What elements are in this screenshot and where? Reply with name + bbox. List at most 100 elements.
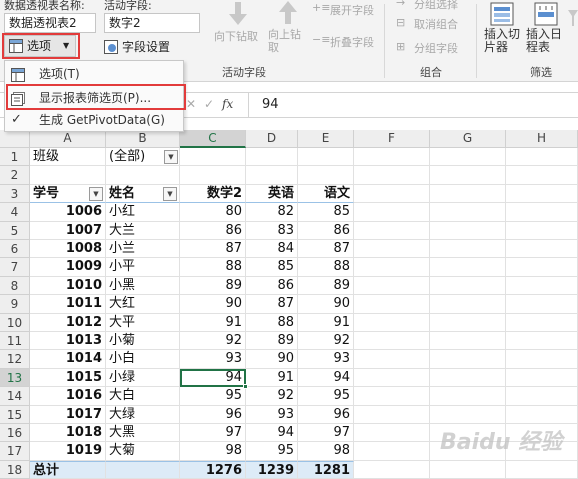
empty-cell[interactable]: [506, 258, 578, 277]
empty-cell[interactable]: [354, 442, 430, 461]
empty-cell[interactable]: [354, 184, 430, 204]
column-header-a[interactable]: A: [30, 130, 106, 148]
table-cell[interactable]: 82: [246, 203, 298, 222]
row-header[interactable]: 18: [0, 460, 30, 479]
column-header-cell[interactable]: 英语: [246, 184, 298, 204]
table-cell[interactable]: 97: [298, 424, 354, 443]
table-cell[interactable]: 89: [246, 332, 298, 351]
table-cell[interactable]: 87: [246, 295, 298, 314]
table-cell[interactable]: 88: [298, 258, 354, 277]
empty-cell[interactable]: [354, 240, 430, 259]
empty-cell[interactable]: [354, 350, 430, 369]
empty-cell[interactable]: [180, 148, 246, 167]
empty-cell[interactable]: [430, 148, 506, 167]
empty-cell[interactable]: [354, 258, 430, 277]
table-cell[interactable]: 91: [180, 313, 246, 332]
cancel-icon[interactable]: ✕: [186, 97, 196, 111]
table-cell[interactable]: 88: [246, 313, 298, 332]
table-cell[interactable]: 90: [246, 350, 298, 369]
empty-cell[interactable]: [430, 221, 506, 240]
row-header[interactable]: 16: [0, 424, 30, 443]
table-cell[interactable]: 98: [180, 442, 246, 461]
table-cell[interactable]: 86: [246, 276, 298, 296]
confirm-icon[interactable]: ✓: [204, 97, 214, 111]
empty-cell[interactable]: [506, 148, 578, 167]
empty-cell[interactable]: [430, 387, 506, 406]
empty-cell[interactable]: [506, 368, 578, 388]
empty-cell[interactable]: [430, 332, 506, 351]
row-header[interactable]: 13: [0, 368, 30, 388]
filter-dropdown-icon[interactable]: ▼: [164, 150, 178, 164]
menu-item-show-report-filter-pages[interactable]: 显示报表筛选页(P)...: [5, 87, 183, 109]
filter-dropdown-icon[interactable]: ▼: [163, 186, 177, 201]
table-cell[interactable]: 大白: [106, 387, 180, 406]
table-cell[interactable]: 1019: [30, 442, 106, 461]
table-cell[interactable]: 1011: [30, 295, 106, 314]
empty-cell[interactable]: [430, 240, 506, 259]
filter-dropdown-icon[interactable]: ▼: [89, 186, 103, 201]
table-cell[interactable]: 93: [298, 350, 354, 369]
column-header-h[interactable]: H: [506, 130, 578, 148]
row-header[interactable]: 1: [0, 148, 30, 167]
table-cell[interactable]: 95: [298, 387, 354, 406]
fill-handle[interactable]: [243, 384, 248, 390]
empty-cell[interactable]: [506, 460, 578, 479]
row-header[interactable]: 9: [0, 295, 30, 314]
table-cell[interactable]: 1010: [30, 276, 106, 296]
empty-cell[interactable]: [354, 313, 430, 332]
table-cell[interactable]: 大平: [106, 313, 180, 332]
table-cell[interactable]: 92: [246, 387, 298, 406]
column-header-g[interactable]: G: [430, 130, 506, 148]
column-header-cell[interactable]: 语文: [298, 184, 354, 204]
select-all-corner[interactable]: [0, 130, 30, 148]
empty-cell[interactable]: [506, 313, 578, 332]
total-cell[interactable]: 1276: [180, 460, 246, 479]
empty-cell[interactable]: [430, 276, 506, 296]
table-cell[interactable]: 1014: [30, 350, 106, 369]
row-header[interactable]: 10: [0, 313, 30, 332]
total-cell[interactable]: 1239: [246, 460, 298, 479]
row-header[interactable]: 3: [0, 184, 30, 204]
table-cell[interactable]: 83: [246, 221, 298, 240]
table-cell[interactable]: 97: [180, 424, 246, 443]
row-header[interactable]: 5: [0, 221, 30, 240]
table-cell[interactable]: 95: [180, 387, 246, 406]
empty-cell[interactable]: [506, 332, 578, 351]
table-cell[interactable]: 92: [298, 332, 354, 351]
fx-icon[interactable]: fx: [222, 97, 233, 111]
menu-item-options[interactable]: 选项(T): [5, 63, 183, 85]
table-cell[interactable]: 小红: [106, 203, 180, 222]
table-cell[interactable]: 87: [298, 240, 354, 259]
empty-cell[interactable]: [354, 405, 430, 424]
empty-cell[interactable]: [180, 166, 246, 185]
table-cell[interactable]: 1015: [30, 368, 106, 388]
filter-label-cell[interactable]: 班级: [30, 148, 106, 167]
empty-cell[interactable]: [430, 460, 506, 479]
total-cell[interactable]: 1281: [298, 460, 354, 479]
table-cell[interactable]: 85: [246, 258, 298, 277]
column-header-c[interactable]: C: [180, 130, 246, 148]
table-cell[interactable]: 89: [298, 276, 354, 296]
table-cell[interactable]: 1017: [30, 405, 106, 424]
empty-cell[interactable]: [30, 166, 106, 185]
empty-cell[interactable]: [354, 460, 430, 479]
row-header[interactable]: 8: [0, 276, 30, 296]
empty-cell[interactable]: [354, 387, 430, 406]
table-cell[interactable]: 1016: [30, 387, 106, 406]
table-cell[interactable]: 98: [298, 442, 354, 461]
table-cell[interactable]: 90: [298, 295, 354, 314]
table-cell[interactable]: 80: [180, 203, 246, 222]
table-cell[interactable]: 小黑: [106, 276, 180, 296]
table-cell[interactable]: 大兰: [106, 221, 180, 240]
empty-cell[interactable]: [354, 166, 430, 185]
column-header-f[interactable]: F: [354, 130, 430, 148]
row-header[interactable]: 17: [0, 442, 30, 461]
menu-item-generate-getpivotdata[interactable]: ✓ 生成 GetPivotData(G): [5, 109, 183, 131]
total-cell[interactable]: 总计: [30, 460, 106, 479]
empty-cell[interactable]: [430, 295, 506, 314]
column-header-d[interactable]: D: [246, 130, 298, 148]
row-header[interactable]: 14: [0, 387, 30, 406]
column-header-b[interactable]: B: [106, 130, 180, 148]
row-header[interactable]: 7: [0, 258, 30, 277]
row-header[interactable]: 12: [0, 350, 30, 369]
